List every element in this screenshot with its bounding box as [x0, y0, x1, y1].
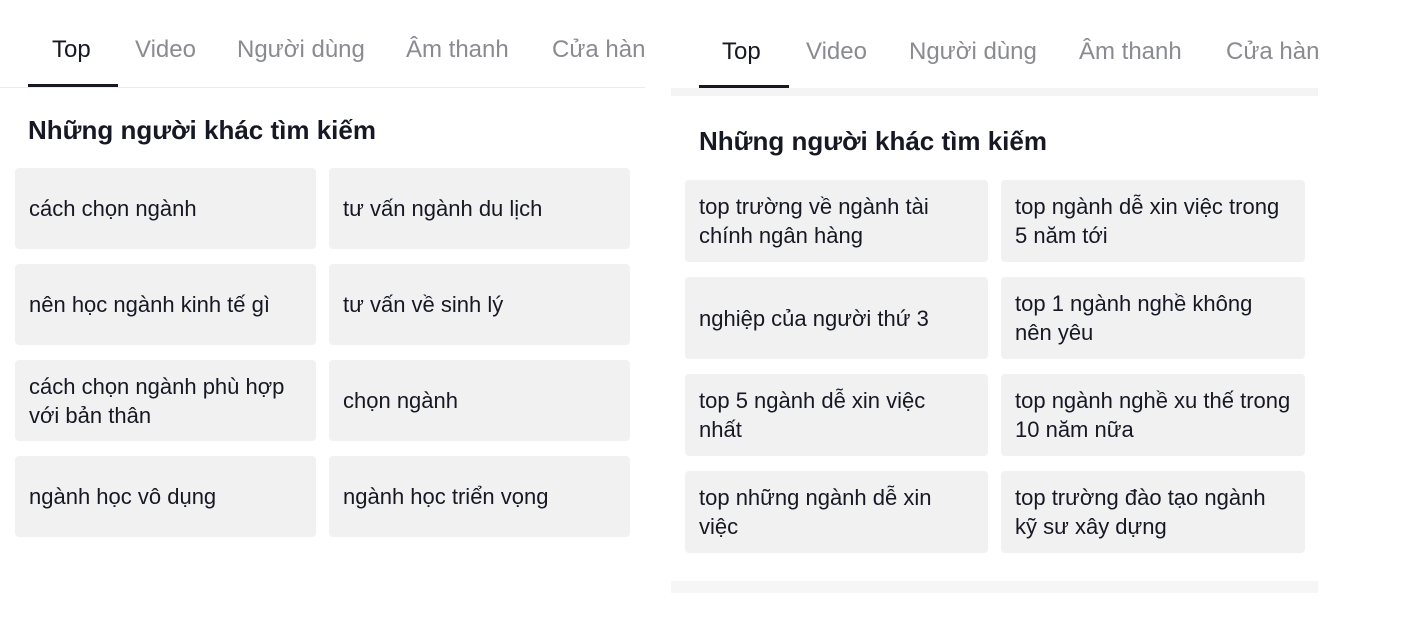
- tab-video[interactable]: Video: [135, 36, 196, 64]
- suggestion-card[interactable]: chọn ngành: [329, 360, 630, 441]
- suggestion-card[interactable]: ngành học vô dụng: [15, 456, 316, 537]
- suggestion-card[interactable]: cách chọn ngành: [15, 168, 316, 249]
- suggestion-card[interactable]: tư vấn về sinh lý: [329, 264, 630, 345]
- search-tabs: Top Video Người dùng Âm thanh Cửa hàn: [671, 0, 1318, 88]
- suggestion-card[interactable]: tư vấn ngành du lịch: [329, 168, 630, 249]
- suggestion-card[interactable]: top ngành dễ xin việc trong 5 năm tới: [1001, 180, 1305, 262]
- tab-shop[interactable]: Cửa hàn: [552, 36, 645, 64]
- tab-users[interactable]: Người dùng: [237, 36, 365, 64]
- tab-video[interactable]: Video: [806, 38, 867, 66]
- tab-users[interactable]: Người dùng: [909, 38, 1037, 66]
- suggestion-card[interactable]: top trường về ngành tài chính ngân hàng: [685, 180, 988, 262]
- suggestion-card[interactable]: ngành học triển vọng: [329, 456, 630, 537]
- tab-top[interactable]: Top: [722, 38, 761, 66]
- suggestion-card[interactable]: top ngành nghề xu thế trong 10 năm nữa: [1001, 374, 1305, 456]
- tabs-divider: [0, 87, 645, 88]
- tab-sounds[interactable]: Âm thanh: [1079, 38, 1182, 66]
- suggestion-card[interactable]: top 1 ngành nghề không nên yêu: [1001, 277, 1305, 359]
- section-heading: Những người khác tìm kiếm: [699, 126, 1047, 156]
- suggestion-card[interactable]: top trường đào tạo ngành kỹ sư xây dựng: [1001, 471, 1305, 553]
- suggestion-card[interactable]: top 5 ngành dễ xin việc nhất: [685, 374, 988, 456]
- tab-shop[interactable]: Cửa hàn: [1226, 38, 1318, 66]
- tab-top[interactable]: Top: [52, 36, 91, 64]
- section-heading: Những người khác tìm kiếm: [28, 115, 376, 145]
- tab-sounds[interactable]: Âm thanh: [406, 36, 509, 64]
- tabs-divider: [671, 88, 1318, 96]
- section-divider: [671, 581, 1318, 593]
- suggestion-card[interactable]: nên học ngành kinh tế gì: [15, 264, 316, 345]
- search-tabs: Top Video Người dùng Âm thanh Cửa hàn: [0, 0, 645, 88]
- left-search-panel: Top Video Người dùng Âm thanh Cửa hàn Nh…: [0, 0, 645, 618]
- suggestion-card[interactable]: top những ngành dễ xin việc: [685, 471, 988, 553]
- suggestion-card[interactable]: cách chọn ngành phù hợp với bản thân: [15, 360, 316, 441]
- right-search-panel: Top Video Người dùng Âm thanh Cửa hàn Nh…: [671, 0, 1318, 618]
- suggestion-card[interactable]: nghiệp của người thứ 3: [685, 277, 988, 359]
